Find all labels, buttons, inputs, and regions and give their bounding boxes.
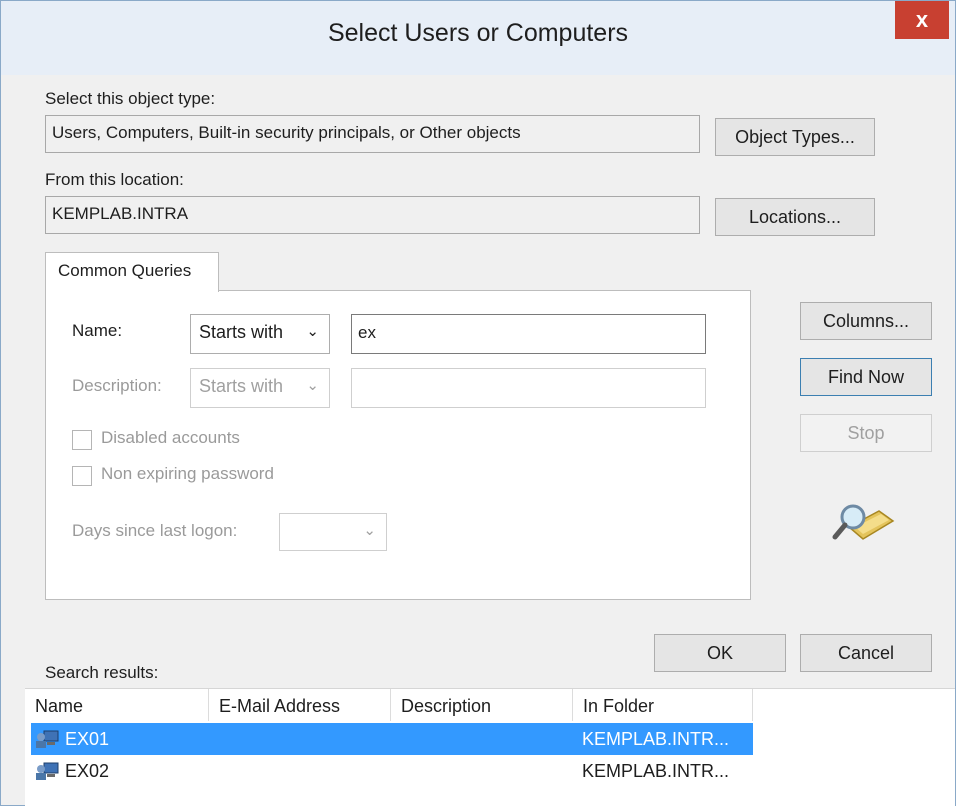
title-bar: Select Users or Computers x [1, 1, 955, 75]
common-queries-panel: Name: Starts with ⌄ ex Description: Star… [45, 290, 751, 600]
locations-button[interactable]: Locations... [715, 198, 875, 236]
find-now-button[interactable]: Find Now [800, 358, 932, 396]
object-types-button[interactable]: Object Types... [715, 118, 875, 156]
non-expiring-password-checkbox[interactable] [72, 466, 92, 486]
dialog-title: Select Users or Computers [327, 19, 629, 47]
name-operator-value: Starts with [199, 322, 284, 342]
location-label: From this location: [45, 170, 184, 189]
cancel-button[interactable]: Cancel [800, 634, 932, 672]
search-results-label: Search results: [45, 663, 159, 682]
object-type-label: Select this object type: [45, 89, 216, 108]
row-name: EX02 [65, 761, 110, 781]
non-expiring-password-label: Non expiring password [101, 464, 274, 483]
name-input[interactable]: ex [351, 314, 706, 354]
ok-button[interactable]: OK [654, 634, 786, 672]
column-header-in-folder[interactable]: In Folder [573, 689, 753, 721]
search-results-list[interactable]: Name E-Mail Address Description In Folde… [25, 688, 955, 806]
days-since-logon-select[interactable]: ⌄ [279, 513, 387, 551]
description-operator-select[interactable]: Starts with ⌄ [190, 368, 330, 408]
description-operator-value: Starts with [199, 376, 284, 396]
computer-object-icon [36, 762, 59, 780]
select-users-dialog: Select Users or Computers x Select this … [0, 0, 956, 806]
description-label: Description: [72, 376, 162, 395]
chevron-down-icon: ⌄ [306, 323, 319, 340]
chevron-down-icon: ⌄ [306, 377, 319, 394]
location-field: KEMPLAB.INTRA [45, 196, 700, 234]
close-button[interactable]: x [895, 1, 949, 39]
column-header-name[interactable]: Name [25, 689, 209, 721]
stop-button[interactable]: Stop [800, 414, 932, 452]
tab-common-queries[interactable]: Common Queries [45, 252, 219, 292]
disabled-accounts-checkbox[interactable] [72, 430, 92, 450]
column-header-email[interactable]: E-Mail Address [209, 689, 391, 721]
description-input[interactable] [351, 368, 706, 408]
name-label: Name: [72, 321, 123, 340]
name-operator-select[interactable]: Starts with ⌄ [190, 314, 330, 354]
disabled-accounts-label: Disabled accounts [101, 428, 240, 447]
chevron-down-icon: ⌄ [363, 522, 376, 539]
row-name: EX01 [65, 729, 110, 749]
search-folder-icon [831, 497, 897, 551]
row-folder: KEMPLAB.INTR... [582, 729, 730, 749]
days-since-logon-label: Days since last logon: [72, 521, 238, 540]
row-folder: KEMPLAB.INTR... [582, 761, 730, 781]
table-row[interactable]: EX01 KEMPLAB.INTR... [31, 723, 753, 755]
column-header-description[interactable]: Description [391, 689, 573, 721]
computer-object-icon [36, 730, 59, 748]
object-type-field: Users, Computers, Built-in security prin… [45, 115, 700, 153]
table-row[interactable]: EX02 KEMPLAB.INTR... [31, 755, 753, 787]
columns-button[interactable]: Columns... [800, 302, 932, 340]
